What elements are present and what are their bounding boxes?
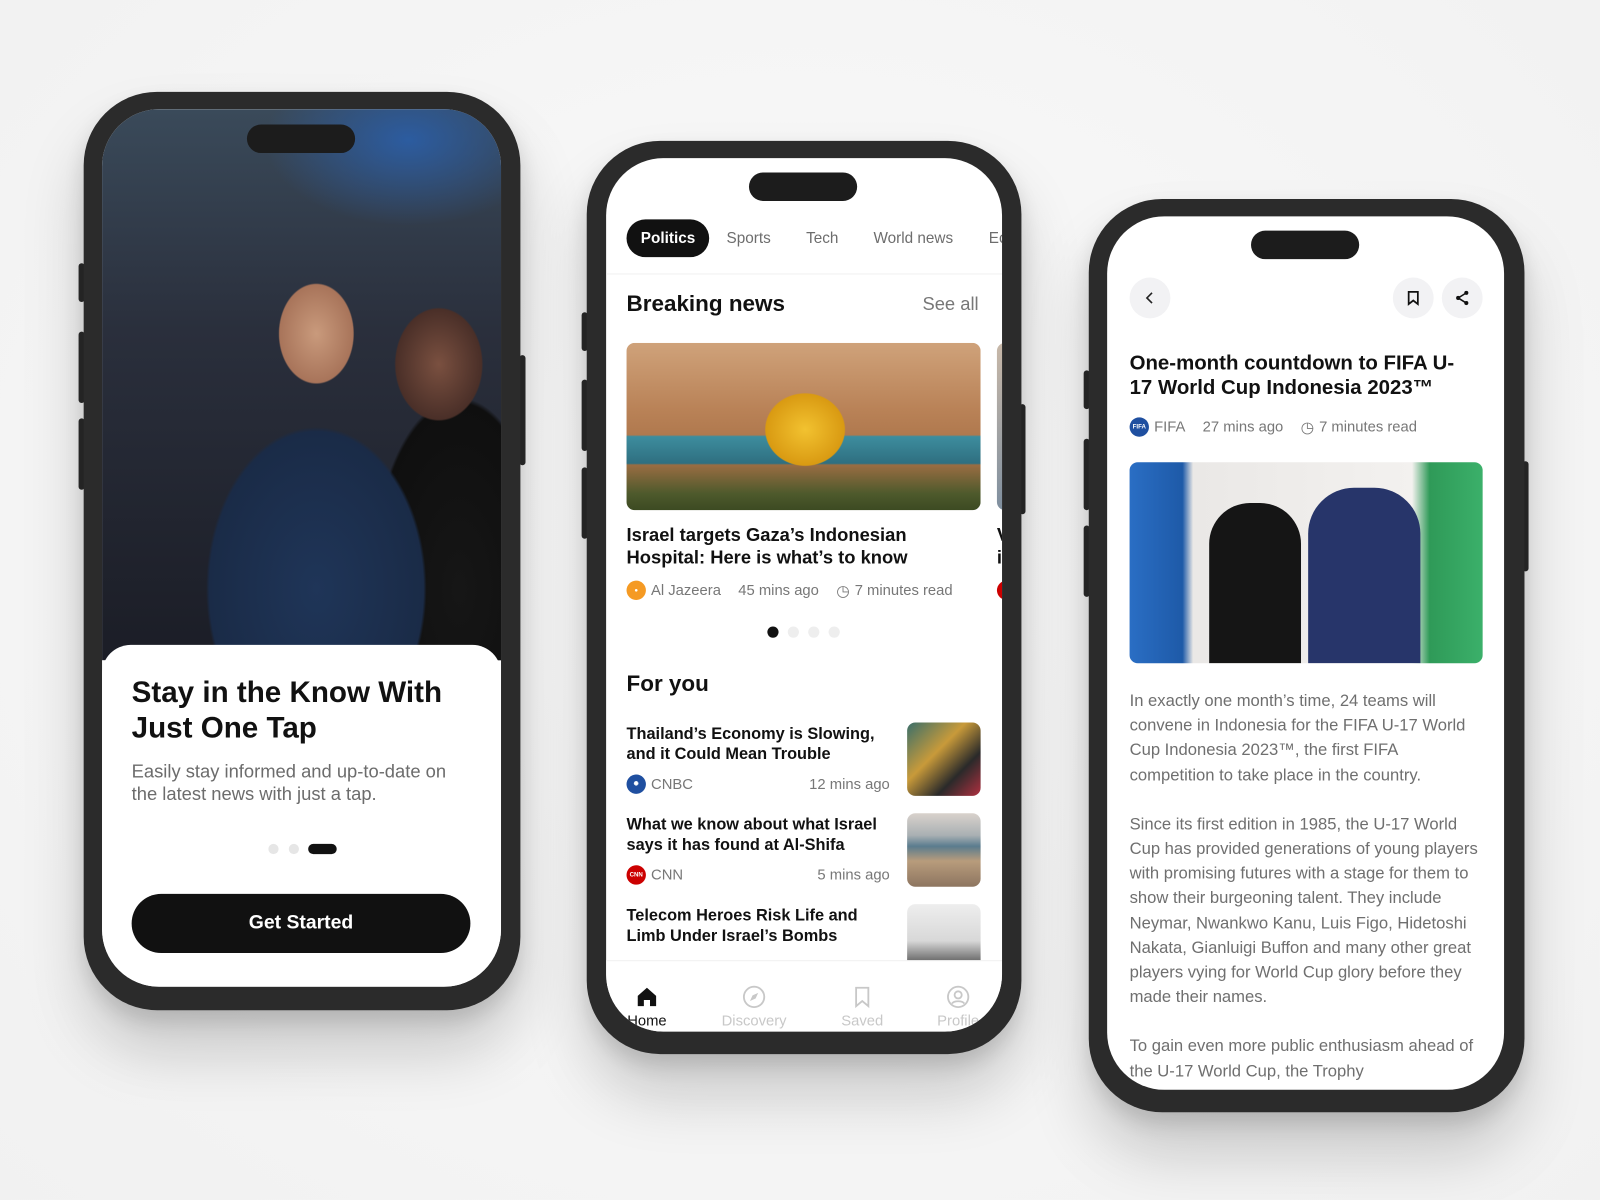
- article-paragraph: Since its first edition in 1985, the U-1…: [1129, 815, 1478, 1007]
- share-icon: [1456, 290, 1469, 306]
- nav-label: Saved: [841, 1013, 884, 1030]
- news-item-headline[interactable]: Thailand’s Economy is Slowing, and it Co…: [627, 724, 892, 764]
- next-card-headline[interactable]: V i: [997, 523, 1002, 568]
- breaking-news-heading: Breaking news: [626, 290, 785, 317]
- tab-world-news[interactable]: World news: [873, 219, 953, 257]
- onboarding-subtitle: Easily stay informed and up-to-date on t…: [131, 761, 447, 805]
- article-meta: FIFA FIFA 27 mins ago ◷ 7 minutes read: [1129, 417, 1417, 437]
- source-name: Al Jazeera: [651, 582, 721, 599]
- home-screen: Politics Sports Tech World news Ec Break…: [606, 158, 1003, 1032]
- time-ago: 45 mins ago: [738, 582, 819, 599]
- bookmark-icon: [855, 986, 870, 1009]
- nav-home[interactable]: Home: [606, 985, 688, 1030]
- fifa-logo-icon: FIFA: [1129, 417, 1149, 437]
- back-button[interactable]: [1129, 277, 1171, 319]
- carousel-dot[interactable]: [808, 626, 820, 638]
- bookmark-button[interactable]: [1392, 277, 1434, 319]
- article-screen: One-month countdown to FIFA U-17 World C…: [1107, 216, 1505, 1090]
- dynamic-island: [246, 124, 356, 154]
- next-card-image[interactable]: [996, 342, 1003, 511]
- image-person-right: [1308, 487, 1421, 664]
- compass-icon: [742, 985, 766, 1009]
- dynamic-island: [748, 172, 858, 202]
- phone-home: Politics Sports Tech World news Ec Break…: [586, 140, 1022, 1055]
- article-image: [1129, 462, 1483, 664]
- see-all-link[interactable]: See all: [922, 294, 978, 315]
- news-item-headline[interactable]: What we know about what Israel says it h…: [627, 815, 892, 855]
- carousel-dot[interactable]: [828, 626, 840, 638]
- page-dot[interactable]: [268, 843, 279, 855]
- mockup-stage: Stay in the Know With Just One Tap Easil…: [0, 0, 1600, 1200]
- time-ago: 12 mins ago: [809, 776, 890, 793]
- share-button[interactable]: [1441, 277, 1483, 319]
- get-started-button[interactable]: Get Started: [131, 893, 471, 954]
- tab-tech[interactable]: Tech: [806, 219, 838, 257]
- nav-label: Profile: [937, 1013, 980, 1030]
- page-dot-active[interactable]: [308, 843, 337, 855]
- source-name: CNBC: [651, 776, 693, 793]
- tab-politics[interactable]: Politics: [626, 219, 710, 258]
- nav-saved[interactable]: Saved: [821, 985, 903, 1030]
- carousel-dot[interactable]: [787, 626, 799, 638]
- read-time: 7 minutes read: [1319, 418, 1417, 436]
- article-body: In exactly one month’s time, 24 teams wi…: [1130, 689, 1487, 1090]
- tab-sports[interactable]: Sports: [727, 219, 771, 257]
- onboarding-screen: Stay in the Know With Just One Tap Easil…: [102, 109, 502, 987]
- source-name: CNN: [651, 866, 684, 884]
- image-person-left: [1209, 503, 1302, 664]
- breaking-news-headline[interactable]: Israel targets Gaza’s Indonesian Hospita…: [627, 523, 933, 568]
- news-item-meta: CNN CNN 5 mins ago: [626, 865, 890, 885]
- cnbc-logo-icon: ✺: [626, 774, 646, 794]
- bookmark-icon: [1407, 290, 1419, 306]
- time-ago: 5 mins ago: [817, 866, 890, 884]
- source-name: FIFA: [1154, 418, 1186, 436]
- hero-photo-reporter: [102, 109, 502, 661]
- cnn-logo-icon: CNN: [626, 865, 646, 885]
- news-item-meta: ✺ CNBC 12 mins ago: [626, 774, 890, 794]
- nav-label: Home: [627, 1013, 667, 1030]
- article-title: One-month countdown to FIFA U-17 World C…: [1129, 352, 1455, 399]
- aljazeera-logo-icon: ●: [626, 580, 646, 600]
- page-dot[interactable]: [288, 843, 299, 855]
- chevron-left-icon: [1145, 292, 1153, 304]
- news-item-thumbnail[interactable]: [907, 813, 981, 887]
- phone-article: One-month countdown to FIFA U-17 World C…: [1088, 198, 1525, 1113]
- breaking-news-image[interactable]: [626, 342, 981, 511]
- onboarding-title: Stay in the Know With Just One Tap: [131, 676, 443, 745]
- nav-label: Discovery: [721, 1013, 787, 1030]
- cnn-logo-icon: [996, 580, 1003, 600]
- time-ago: 27 mins ago: [1202, 418, 1284, 436]
- home-icon: [637, 987, 657, 1007]
- tab-economy[interactable]: Ec: [989, 219, 1002, 257]
- phone-onboarding: Stay in the Know With Just One Tap Easil…: [83, 91, 521, 1011]
- for-you-heading: For you: [626, 670, 709, 696]
- nav-profile[interactable]: Profile: [917, 985, 999, 1030]
- tabs-divider: [606, 273, 1003, 275]
- clock-icon: ◷: [1300, 418, 1314, 437]
- carousel-dot-active[interactable]: [767, 626, 779, 638]
- breaking-news-meta: ● Al Jazeera 45 mins ago ◷ 7 minutes rea…: [626, 580, 953, 600]
- nav-discovery[interactable]: Discovery: [713, 985, 795, 1030]
- article-paragraph: In exactly one month’s time, 24 teams wi…: [1129, 691, 1466, 785]
- read-time: 7 minutes read: [854, 582, 953, 599]
- news-item-headline[interactable]: Telecom Heroes Risk Life and Limb Under …: [627, 906, 892, 946]
- article-paragraph: To gain even more public enthusiasm ahea…: [1129, 1037, 1474, 1081]
- clock-icon: ◷: [836, 582, 850, 600]
- user-icon: [947, 985, 970, 1009]
- dynamic-island: [1251, 230, 1360, 260]
- news-item-thumbnail[interactable]: [907, 722, 981, 796]
